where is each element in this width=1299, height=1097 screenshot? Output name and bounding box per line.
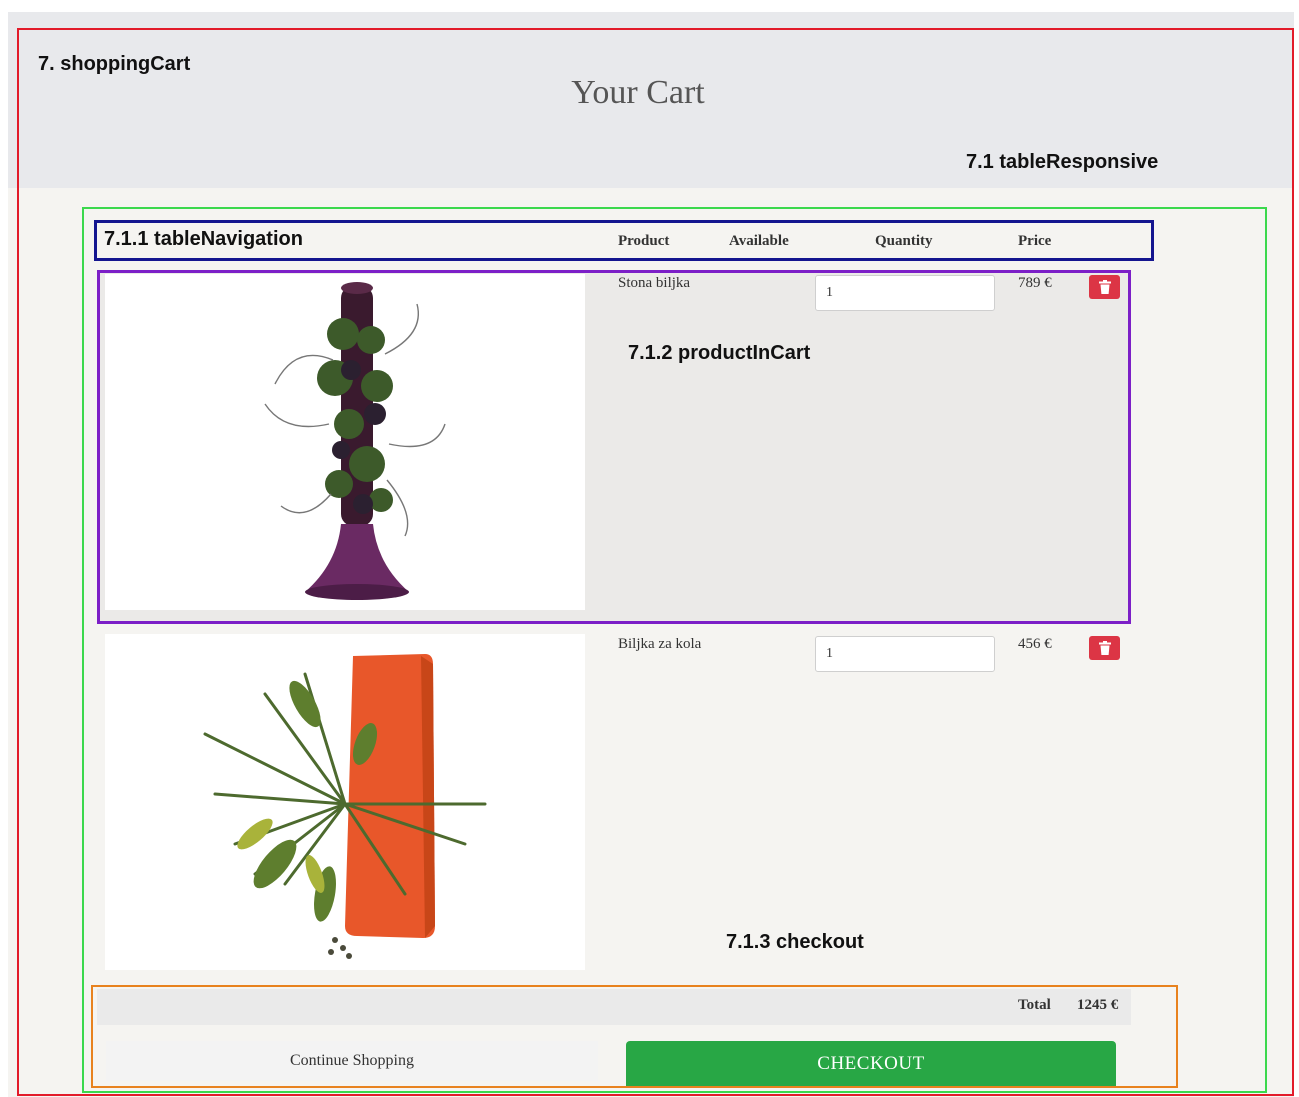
product-name[interactable]: Stona biljka (618, 275, 690, 292)
delete-item-button[interactable] (1089, 275, 1120, 299)
tall-vase-plant-image (105, 274, 585, 610)
page-title: Your Cart (571, 74, 705, 111)
column-header-quantity: Quantity (875, 233, 933, 249)
product-name[interactable]: Biljka za kola (618, 636, 701, 653)
quantity-input[interactable]: 1 (815, 275, 995, 311)
continue-shopping-button[interactable]: Continue Shopping (106, 1041, 598, 1081)
trash-icon (1098, 280, 1111, 294)
annotation-label-table-navigation: 7.1.1 tableNavigation (104, 228, 303, 250)
annotation-label-product-in-cart: 7.1.2 productInCart (628, 342, 811, 364)
delete-item-button[interactable] (1089, 636, 1120, 660)
column-header-product: Product (618, 233, 670, 249)
wall-planter-illustration (203, 654, 487, 959)
total-label: Total (1018, 997, 1051, 1013)
tall-vase-plant-illustration (264, 282, 446, 600)
quantity-input[interactable]: 1 (815, 636, 995, 672)
total-bar (97, 989, 1131, 1025)
annotation-label-shopping-cart: 7. shoppingCart (38, 53, 191, 75)
annotation-label-table-responsive: 7.1 tableResponsive (966, 151, 1159, 173)
checkout-button[interactable]: CHECKOUT (626, 1041, 1116, 1087)
product-price: 456 € (1018, 636, 1052, 652)
column-header-price: Price (1018, 233, 1052, 249)
annotation-label-checkout: 7.1.3 checkout (726, 931, 864, 953)
wall-planter-image (105, 634, 585, 970)
total-value: 1245 € (1077, 997, 1119, 1013)
product-price: 789 € (1018, 275, 1052, 291)
trash-icon (1098, 641, 1111, 655)
column-header-available: Available (729, 233, 789, 249)
